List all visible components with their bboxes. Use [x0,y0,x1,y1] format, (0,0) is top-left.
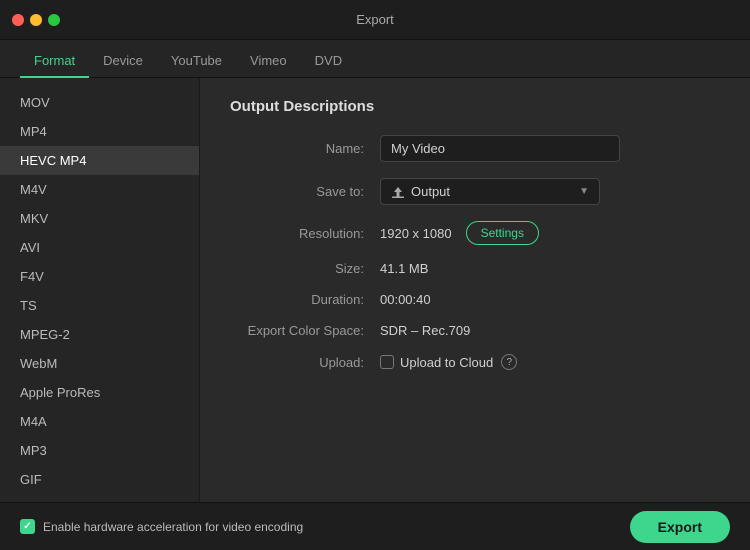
sidebar-item-hevc-mp4[interactable]: HEVC MP4 [0,146,199,175]
save-to-row: Save to: Output ▼ [230,178,720,205]
duration-row: Duration: 00:00:40 [230,292,720,307]
sidebar-item-mpeg2[interactable]: MPEG-2 [0,320,199,349]
output-icon [391,185,405,199]
content-area: Output Descriptions Name: Save to: Outpu… [200,78,750,502]
resolution-row: Resolution: 1920 x 1080 Settings [230,221,720,245]
main-layout: MOV MP4 HEVC MP4 M4V MKV AVI F4V TS MPEG… [0,78,750,502]
sidebar-item-avi[interactable]: AVI [0,233,199,262]
sidebar-item-av1[interactable]: AV1 [0,494,199,502]
tab-youtube[interactable]: YouTube [157,45,236,78]
checkbox-box [380,355,394,369]
color-space-label: Export Color Space: [230,323,380,338]
tab-dvd[interactable]: DVD [301,45,356,78]
window-title: Export [356,12,394,27]
upload-cloud-checkbox[interactable]: Upload to Cloud [380,355,493,370]
upload-label: Upload: [230,355,380,370]
maximize-button[interactable] [48,14,60,26]
color-space-value: SDR – Rec.709 [380,323,470,338]
tab-device[interactable]: Device [89,45,157,78]
sidebar-item-mp4[interactable]: MP4 [0,117,199,146]
size-label: Size: [230,261,380,276]
sidebar-item-apple-prores[interactable]: Apple ProRes [0,378,199,407]
duration-label: Duration: [230,292,380,307]
sidebar-item-m4v[interactable]: M4V [0,175,199,204]
sidebar-item-m4a[interactable]: M4A [0,407,199,436]
window-controls [12,14,60,26]
sidebar-item-mp3[interactable]: MP3 [0,436,199,465]
title-bar: Export [0,0,750,40]
help-icon[interactable]: ? [501,354,517,370]
save-to-label: Save to: [230,184,380,199]
tab-vimeo[interactable]: Vimeo [236,45,301,78]
name-label: Name: [230,141,380,156]
hw-accel-checkbox-row[interactable]: ✓ Enable hardware acceleration for video… [20,519,303,534]
minimize-button[interactable] [30,14,42,26]
close-button[interactable] [12,14,24,26]
upload-row: Upload: Upload to Cloud ? [230,354,720,370]
size-value: 41.1 MB [380,261,428,276]
format-sidebar: MOV MP4 HEVC MP4 M4V MKV AVI F4V TS MPEG… [0,78,200,502]
save-to-select[interactable]: Output ▼ [380,178,600,205]
size-row: Size: 41.1 MB [230,261,720,276]
hw-accel-label: Enable hardware acceleration for video e… [43,520,303,534]
name-row: Name: [230,135,720,162]
resolution-value: 1920 x 1080 [380,226,452,241]
resolution-label: Resolution: [230,226,380,241]
tab-bar: Format Device YouTube Vimeo DVD [0,40,750,78]
sidebar-item-gif[interactable]: GIF [0,465,199,494]
hw-accel-checkbox: ✓ [20,519,35,534]
sidebar-item-mov[interactable]: MOV [0,88,199,117]
color-space-row: Export Color Space: SDR – Rec.709 [230,323,720,338]
chevron-down-icon: ▼ [579,186,589,197]
export-button[interactable]: Export [630,511,730,543]
upload-cloud-label: Upload to Cloud [400,355,493,370]
sidebar-item-ts[interactable]: TS [0,291,199,320]
sidebar-item-webm[interactable]: WebM [0,349,199,378]
section-title: Output Descriptions [230,98,720,115]
tab-format[interactable]: Format [20,45,89,78]
sidebar-item-mkv[interactable]: MKV [0,204,199,233]
sidebar-item-f4v[interactable]: F4V [0,262,199,291]
name-input[interactable] [380,135,620,162]
duration-value: 00:00:40 [380,292,431,307]
bottom-bar: ✓ Enable hardware acceleration for video… [0,502,750,550]
settings-button[interactable]: Settings [466,221,539,245]
